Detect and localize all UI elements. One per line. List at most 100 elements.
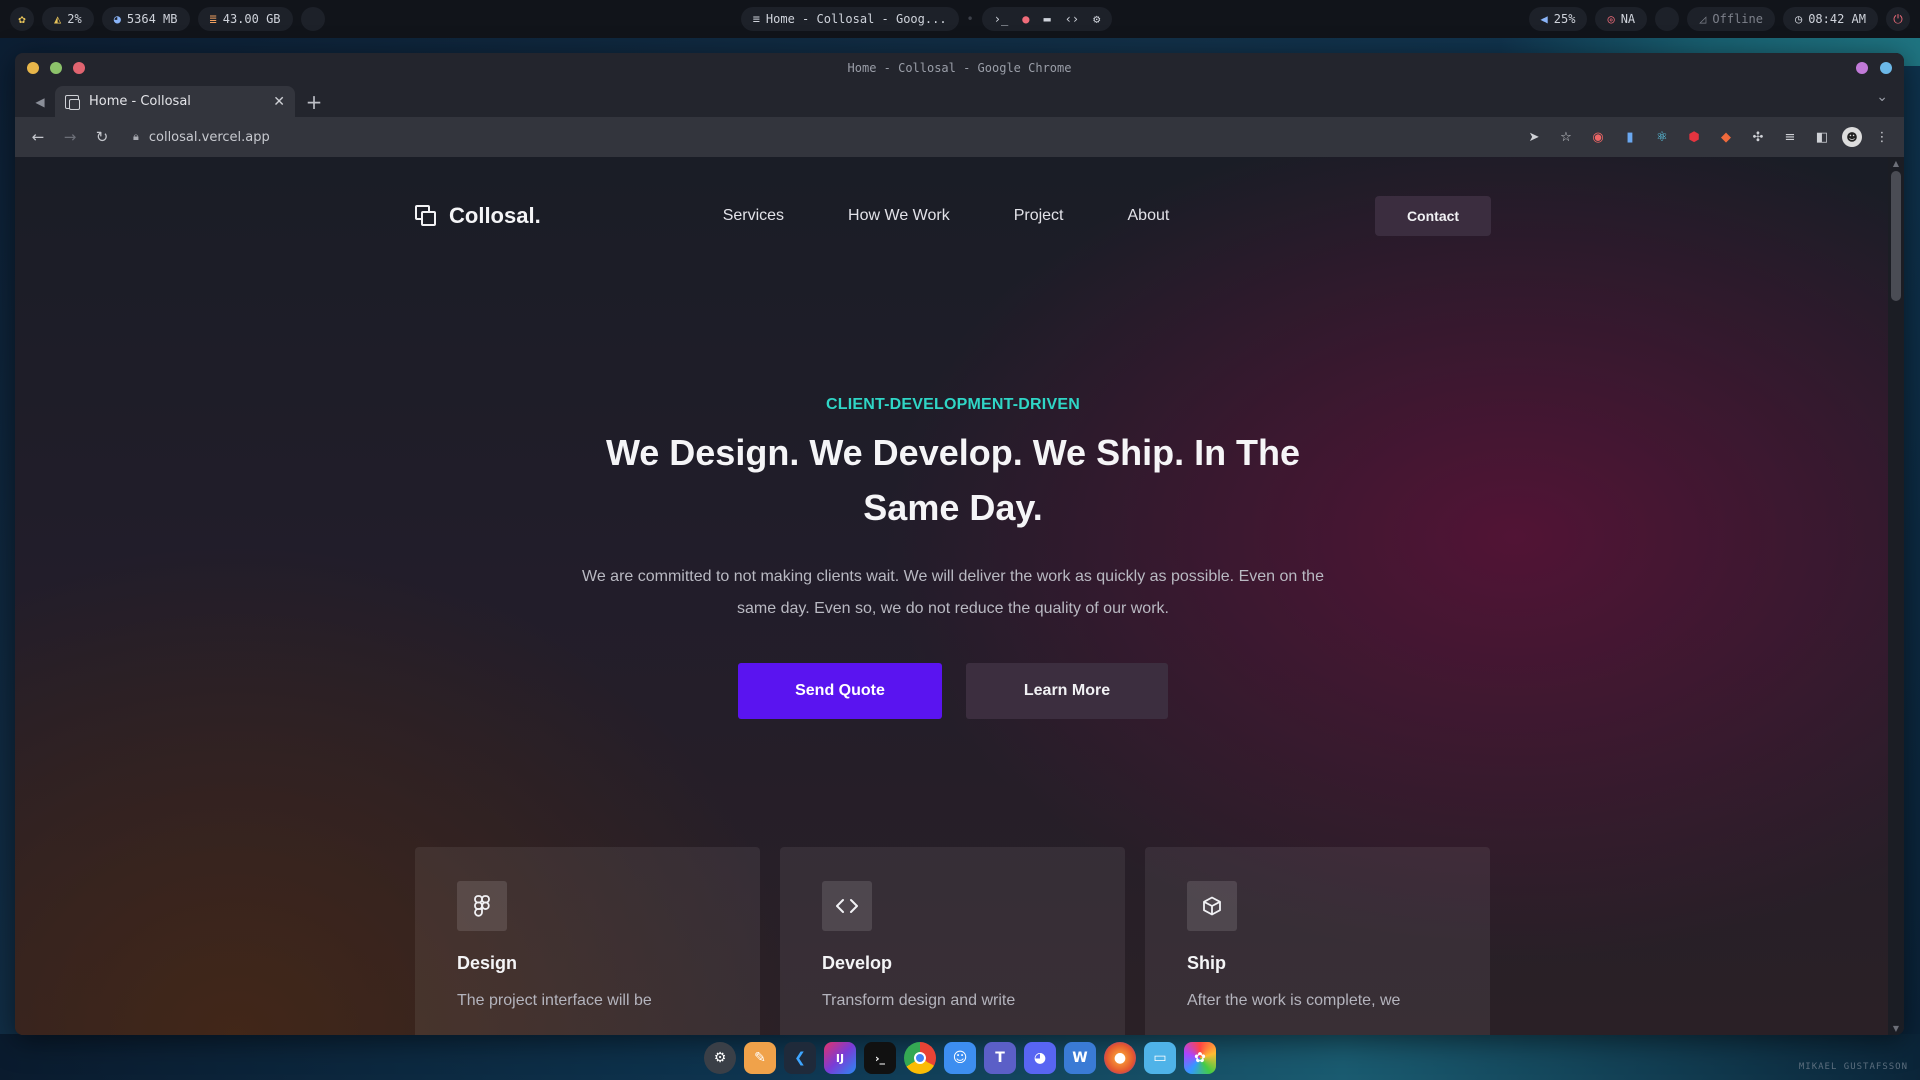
dock-notes-icon[interactable]: ✎: [744, 1042, 776, 1074]
clock-icon: ◷: [1794, 12, 1803, 26]
brand-logo[interactable]: Collosal.: [415, 203, 541, 229]
page-scrollbar[interactable]: ▲ ▼: [1888, 157, 1904, 1035]
title-bar[interactable]: Home - Collosal - Google Chrome: [15, 53, 1904, 83]
disk-value: 43.00 GB: [222, 12, 281, 26]
extension-glasses-icon[interactable]: ◉: [1586, 125, 1610, 149]
window-title-widget[interactable]: ≡ Home - Collosal - Goog...: [740, 7, 959, 31]
side-panel-icon[interactable]: ◧: [1810, 125, 1834, 149]
cpu-widget[interactable]: ◭ 2%: [42, 7, 94, 31]
dock-intellij-icon[interactable]: IJ: [824, 1042, 856, 1074]
new-tab-button[interactable]: +: [299, 87, 329, 117]
hero-headline: We Design. We Develop. We Ship. In The S…: [605, 432, 1301, 528]
address-bar[interactable]: 🔒︎ collosal.vercel.app: [121, 122, 1516, 152]
reload-button[interactable]: ↻: [89, 124, 115, 150]
extensions-puzzle-icon[interactable]: ✣: [1746, 125, 1770, 149]
browser-menu-icon[interactable]: ⋮: [1870, 125, 1894, 149]
dock-terminal-icon[interactable]: ›_: [864, 1042, 896, 1074]
nav-link-about[interactable]: About: [1128, 207, 1170, 225]
collosal-site: Collosal. Services How We Work Project A…: [415, 157, 1491, 1035]
reading-list-icon[interactable]: ≡: [1778, 125, 1802, 149]
brand-name: Collosal.: [449, 203, 541, 228]
menu-icon: ≡: [752, 12, 760, 26]
scroll-down-arrow-icon[interactable]: ▼: [1891, 1024, 1901, 1033]
dock-system-settings-icon[interactable]: ⚙: [704, 1042, 736, 1074]
extension-red-icon[interactable]: ◆: [1714, 125, 1738, 149]
extension-doc-icon[interactable]: ▮: [1618, 125, 1642, 149]
disk-widget[interactable]: ≣ 43.00 GB: [197, 7, 293, 31]
back-button[interactable]: ←: [25, 124, 51, 150]
terminal-icon[interactable]: ›_: [994, 12, 1008, 26]
scroll-thumb[interactable]: [1891, 171, 1901, 301]
feature-card-design[interactable]: Design The project interface will be: [415, 847, 760, 1035]
nav-link-project[interactable]: Project: [1014, 207, 1064, 225]
settings-icon[interactable]: ⚙: [1093, 12, 1100, 26]
dock-teams-icon[interactable]: T: [984, 1042, 1016, 1074]
site-navbar: Collosal. Services How We Work Project A…: [415, 157, 1491, 275]
dock-finder-icon[interactable]: ☺: [944, 1042, 976, 1074]
tab-home-collosal[interactable]: Home - Collosal ✕: [55, 86, 295, 117]
collosal-favicon-icon: [65, 94, 80, 110]
learn-more-button[interactable]: Learn More: [966, 663, 1168, 719]
forward-button[interactable]: →: [57, 124, 83, 150]
window-dot-blue[interactable]: [1880, 62, 1892, 74]
box-icon: [1187, 881, 1237, 931]
dock-chrome-icon[interactable]: [904, 1042, 936, 1074]
dock-discord-icon[interactable]: ◕: [1024, 1042, 1056, 1074]
scroll-up-arrow-icon[interactable]: ▲: [1891, 159, 1901, 168]
bookmark-star-icon[interactable]: ☆: [1554, 125, 1578, 149]
dock-photos-icon[interactable]: ✿: [1184, 1042, 1216, 1074]
code-icon: [822, 881, 872, 931]
feature-card-develop[interactable]: Develop Transform design and write: [780, 847, 1125, 1035]
lock-icon: 🔒︎: [133, 130, 139, 143]
hero-cta-row: Send Quote Learn More: [415, 663, 1491, 719]
dock-writer-icon[interactable]: W: [1064, 1042, 1096, 1074]
disk-icon: ≣: [209, 12, 217, 26]
contact-button[interactable]: Contact: [1375, 196, 1491, 236]
vpn-widget[interactable]: ◎ NA: [1595, 7, 1648, 31]
hero-eyebrow: CLIENT-DEVELOPMENT-DRIVEN: [826, 396, 1080, 413]
card-title-ship: Ship: [1187, 953, 1226, 973]
send-quote-button[interactable]: Send Quote: [738, 663, 942, 719]
url-text: collosal.vercel.app: [148, 129, 270, 145]
cpu-chart-icon: ◭: [54, 12, 62, 26]
clock-widget[interactable]: ◷ 08:42 AM: [1782, 7, 1878, 31]
launcher-icon[interactable]: ✿: [10, 7, 34, 31]
card-title-design: Design: [457, 953, 518, 973]
tab-search-chevron-icon[interactable]: ⌄: [1876, 89, 1888, 105]
page-viewport: Collosal. Services How We Work Project A…: [15, 157, 1904, 1035]
close-tab-icon[interactable]: ✕: [273, 94, 285, 110]
volume-value: 25%: [1553, 12, 1576, 26]
window-title: Home - Collosal - Google Chrome: [847, 61, 1072, 75]
react-devtools-icon[interactable]: ⚛: [1650, 125, 1674, 149]
power-icon: ⏻: [1893, 11, 1903, 26]
tab-audio-icon[interactable]: ◀: [25, 87, 55, 117]
active-window-title: Home - Collosal - Goog...: [765, 12, 947, 26]
power-button[interactable]: ⏻: [1886, 7, 1910, 31]
dock-vscode-icon[interactable]: ❮: [784, 1042, 816, 1074]
memory-widget[interactable]: ◕ 5364 MB: [101, 7, 190, 31]
cpu-value: 2%: [67, 12, 82, 26]
figma-icon: [457, 881, 507, 931]
system-bar: ✿ ◭ 2% ◕ 5364 MB ≣ 43.00 GB ≡ Home - Collosa…: [0, 0, 1920, 38]
network-widget[interactable]: ◿ Offline: [1687, 7, 1775, 31]
feature-card-ship[interactable]: Ship After the work is complete, we: [1145, 847, 1490, 1035]
app-dock: ⚙ ✎ ❮ IJ ›_ ☺ T ◕ W ● ▭ ✿: [704, 1039, 1216, 1077]
nav-link-how-we-work[interactable]: How We Work: [848, 207, 950, 225]
code-icon[interactable]: ‹›: [1065, 12, 1079, 26]
nav-link-services[interactable]: Services: [723, 207, 784, 225]
dock-files-icon[interactable]: ▭: [1144, 1042, 1176, 1074]
hero-subtext: We are committed to not making clients w…: [582, 568, 1324, 617]
send-icon[interactable]: ➤: [1522, 125, 1546, 149]
ublock-icon[interactable]: ⬢: [1682, 125, 1706, 149]
quick-launch[interactable]: ›_ ● ▬ ‹› ⚙: [981, 7, 1113, 31]
folder-icon[interactable]: ▬: [1043, 12, 1050, 26]
browser-icon[interactable]: ●: [1022, 12, 1029, 26]
volume-widget[interactable]: ◀ 25%: [1528, 7, 1588, 31]
window-dot-purple[interactable]: [1856, 62, 1868, 74]
empty-widget-2[interactable]: [1655, 7, 1680, 31]
clock-value: 08:42 AM: [1808, 12, 1866, 26]
profile-avatar[interactable]: ☻: [1842, 127, 1862, 147]
nav-links: Services How We Work Project About: [723, 207, 1170, 225]
dock-firefox-icon[interactable]: ●: [1104, 1042, 1136, 1074]
empty-widget[interactable]: [300, 7, 325, 31]
